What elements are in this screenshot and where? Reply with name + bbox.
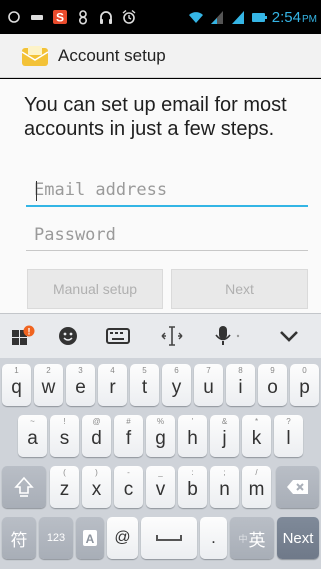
svg-text:A: A [86,532,95,546]
key-k[interactable]: * k [242,415,271,457]
key-y[interactable]: 6y [162,364,191,406]
intro-text: You can set up email for most accounts i… [24,94,287,140]
language-key[interactable]: 中英 [230,517,274,559]
eight-icon [75,9,91,25]
alarm-icon [121,9,137,25]
keyboard-icon[interactable] [90,314,146,359]
backspace-icon [286,480,308,494]
key-t[interactable]: 5t [130,364,159,406]
key-i[interactable]: 8i [226,364,255,406]
clock: 2:54PM [271,8,317,26]
cursor-move-icon[interactable] [146,314,198,359]
battery-icon [251,9,267,25]
manual-setup-button[interactable]: Manual setup [27,269,163,309]
key-e[interactable]: 3e [66,364,95,406]
key-r[interactable]: 4r [98,364,127,406]
email-app-icon[interactable] [20,44,50,68]
key-l[interactable]: ? l [274,415,303,457]
microphone-icon[interactable] [198,314,256,359]
keyboard-toolbar: ! [0,313,321,358]
key-q[interactable]: 1q [2,364,31,406]
action-bar: Account setup [0,34,321,78]
emoji-icon[interactable] [46,314,90,359]
signal-icon [209,9,225,25]
account-setup-form: You can set up email for most accounts i… [0,79,321,313]
headphones-icon [98,9,114,25]
svg-text:!: ! [28,327,31,337]
shift-icon [14,476,34,497]
minus-icon [29,9,45,25]
key-m[interactable]: / m [242,466,271,508]
text-cursor [36,181,37,201]
key-n[interactable]: ; n [210,466,239,508]
status-bar: S 2:54PM [0,0,321,34]
numbers-key[interactable]: 123 [39,517,73,559]
s-app-icon: S [52,9,68,25]
input-method-icon: A [83,530,97,546]
wifi-icon [188,9,204,25]
soft-keyboard: 1q 2w 3e 4r 5t 6y 7u 8i 9o 0p ~ a ! s @ d #… [0,358,321,569]
key-x[interactable]: ) x [82,466,111,508]
key-b[interactable]: :b [178,466,207,508]
period-key[interactable]: . [200,517,227,559]
input-method-key[interactable]: A [76,517,104,559]
page-title: Account setup [58,45,166,65]
collapse-icon[interactable] [256,314,321,359]
email-field[interactable] [26,175,308,207]
key-g[interactable]: % g [146,415,175,457]
at-key[interactable]: @ [107,517,138,559]
shift-key[interactable] [2,466,46,508]
key-d[interactable]: @ d [82,415,111,457]
next-button[interactable]: Next [171,269,308,309]
key-a[interactable]: ~ a [18,415,47,457]
key-v[interactable]: _ v [146,466,175,508]
svg-text:S: S [56,11,64,25]
key-c[interactable]: -c [114,466,143,508]
key-w[interactable]: 2w [34,364,63,406]
apps-icon[interactable]: ! [0,314,46,359]
symbols-key[interactable]: 符 [2,517,36,559]
key-p[interactable]: 0p [290,364,319,406]
key-u[interactable]: 7u [194,364,223,406]
key-o[interactable]: 9o [258,364,287,406]
key-s[interactable]: ! s [50,415,79,457]
next-key[interactable]: Next [277,517,319,559]
circle-outline-icon [6,9,22,25]
backspace-key[interactable] [276,466,319,508]
key-f[interactable]: # f [114,415,143,457]
space-key[interactable] [141,517,197,559]
key-j[interactable]: & j [210,415,239,457]
password-field[interactable] [26,219,308,251]
signal-icon [230,9,246,25]
key-h[interactable]: ' h [178,415,207,457]
key-z[interactable]: (z [50,466,79,508]
space-icon [156,535,182,541]
